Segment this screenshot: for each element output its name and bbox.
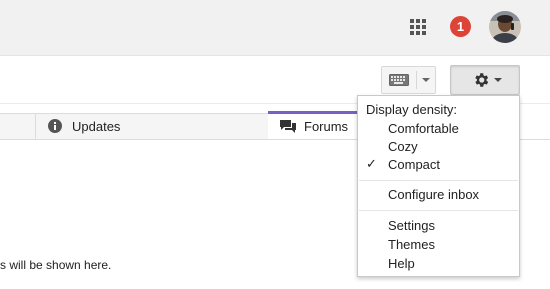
empty-state-message: s will be shown here. bbox=[0, 258, 112, 272]
gmail-inbox-page: 1 Updates Forums s will be shown here. D… bbox=[0, 0, 550, 289]
button-divider bbox=[416, 71, 417, 89]
menu-item-label: Themes bbox=[388, 237, 435, 252]
input-tools-button[interactable] bbox=[381, 66, 436, 94]
tab-label: Forums bbox=[304, 119, 349, 134]
help-item[interactable]: Help bbox=[359, 255, 518, 273]
info-icon bbox=[48, 119, 62, 133]
chevron-down-icon[interactable] bbox=[422, 78, 430, 82]
settings-menu: Display density: Comfortable Cozy ✓ Comp… bbox=[357, 95, 520, 277]
avatar-image bbox=[489, 11, 521, 43]
tab-primary[interactable] bbox=[0, 113, 36, 139]
settings-button[interactable] bbox=[450, 65, 520, 95]
density-option-compact[interactable]: ✓ Compact bbox=[359, 156, 518, 174]
forum-icon bbox=[280, 120, 296, 133]
menu-separator bbox=[359, 210, 518, 211]
tab-updates[interactable]: Updates bbox=[35, 113, 269, 139]
user-avatar[interactable] bbox=[489, 11, 521, 43]
checkmark-icon: ✓ bbox=[366, 156, 377, 171]
menu-item-label: Cozy bbox=[388, 139, 418, 154]
apps-grid-icon[interactable] bbox=[408, 17, 428, 37]
gear-icon bbox=[475, 73, 489, 87]
chevron-down-icon bbox=[494, 78, 502, 82]
top-header-bar: 1 bbox=[0, 0, 550, 56]
menu-item-label: Comfortable bbox=[388, 121, 459, 136]
menu-item-label: Help bbox=[388, 256, 415, 271]
density-option-comfortable[interactable]: Comfortable bbox=[359, 120, 518, 138]
menu-item-label: Settings bbox=[388, 218, 435, 233]
menu-separator bbox=[359, 180, 518, 181]
density-option-cozy[interactable]: Cozy bbox=[359, 138, 518, 156]
configure-inbox-item[interactable]: Configure inbox bbox=[359, 186, 518, 204]
keyboard-icon bbox=[389, 74, 409, 86]
display-density-heading: Display density: bbox=[366, 102, 458, 117]
settings-item[interactable]: Settings bbox=[359, 217, 518, 235]
menu-item-label: Compact bbox=[388, 157, 441, 172]
tab-forums[interactable]: Forums bbox=[268, 111, 368, 139]
menu-item-label: Configure inbox bbox=[388, 187, 480, 202]
themes-item[interactable]: Themes bbox=[359, 236, 518, 254]
notification-badge[interactable]: 1 bbox=[450, 16, 471, 37]
tab-label: Updates bbox=[72, 119, 121, 134]
